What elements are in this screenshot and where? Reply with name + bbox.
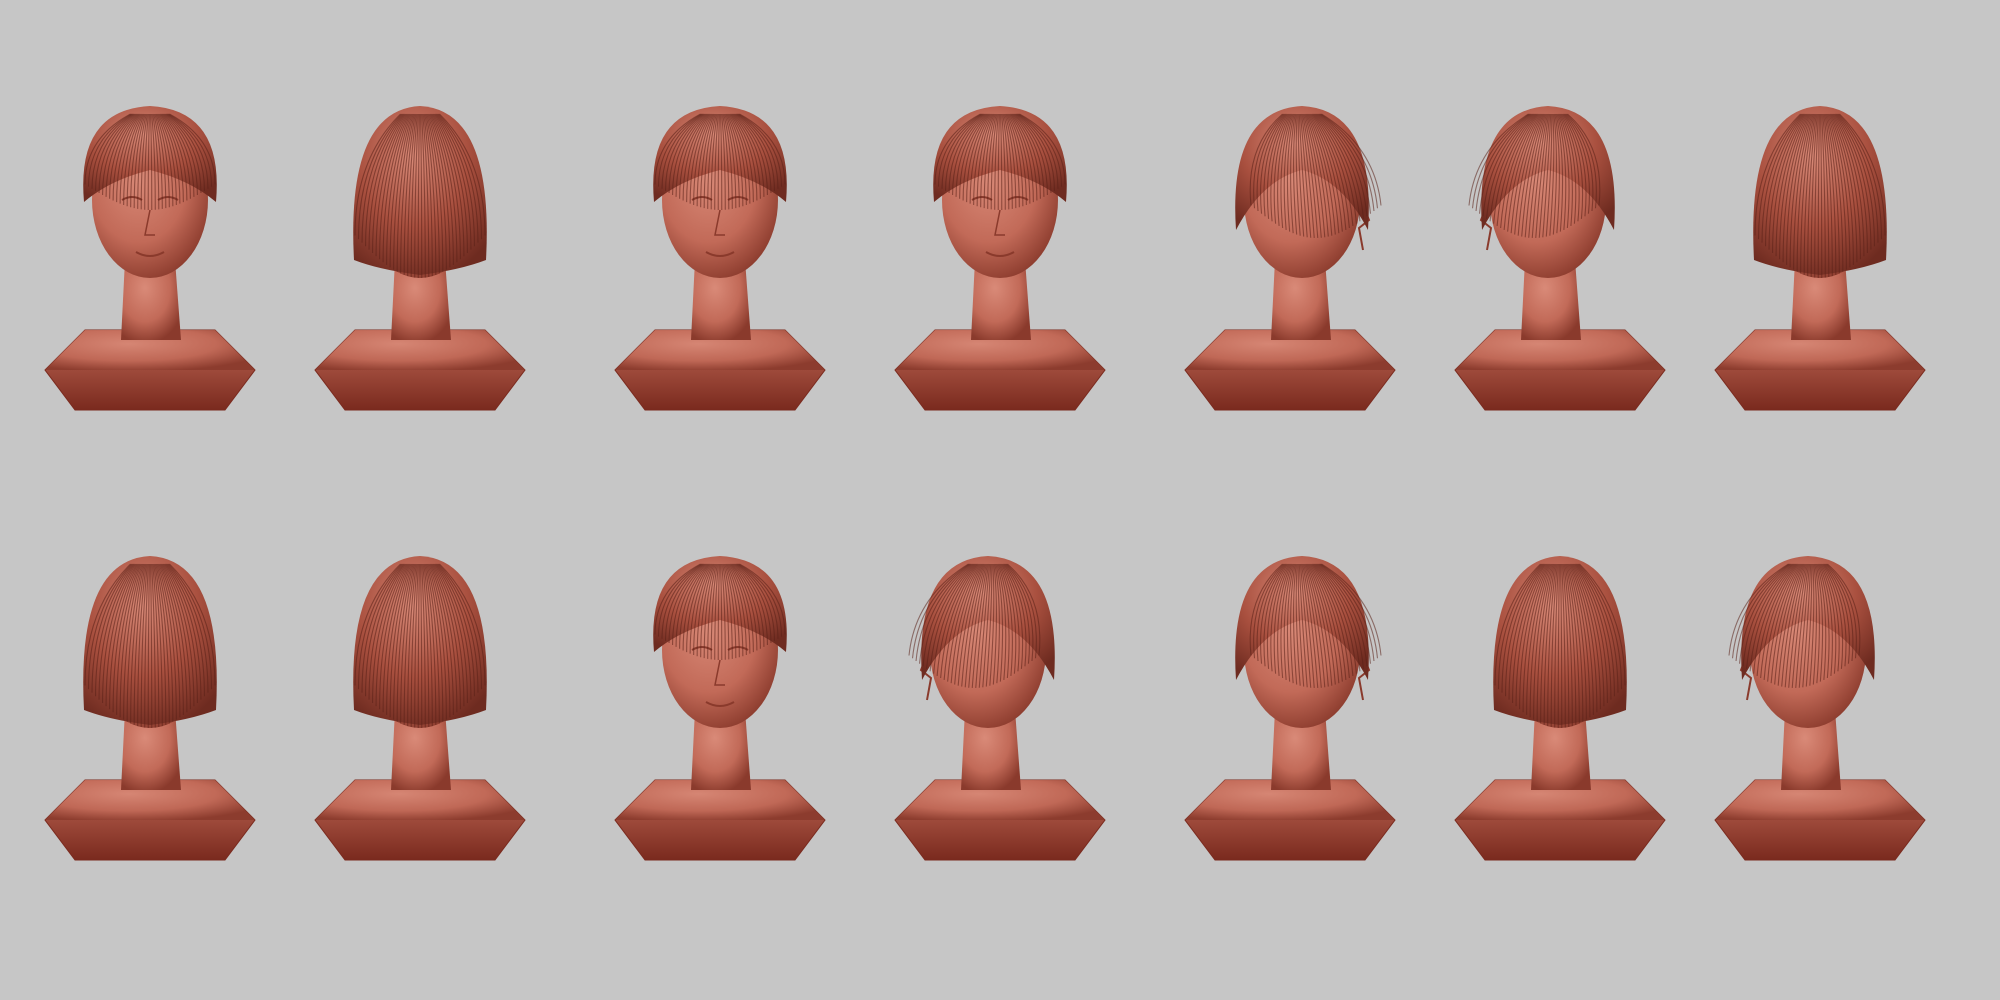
bust-render-left-three-quarter-down	[894, 556, 1106, 861]
bust-hair	[1493, 556, 1627, 725]
bust-render-front	[894, 106, 1106, 411]
bust-render-back-tilted-down	[314, 106, 526, 411]
bust-render-front-tilted	[44, 106, 256, 411]
bust-render-back	[314, 556, 526, 861]
bust-hair	[353, 556, 487, 725]
bust-render-back-left-low	[1454, 556, 1666, 861]
bust-render-front-looking-down	[614, 556, 826, 861]
bust-render-left-profile	[1714, 556, 1926, 861]
bust-render-right-three-quarter	[1184, 556, 1396, 861]
bust-hair	[83, 556, 217, 725]
bust-render-front	[614, 106, 826, 411]
bust-hair	[1753, 106, 1887, 275]
bust-render-left-three-quarter-up	[1454, 106, 1666, 411]
sculpt-viewport[interactable]	[0, 0, 2000, 1000]
bust-hair	[353, 106, 487, 275]
bust-render-back-left	[44, 556, 256, 861]
bust-render-back-right	[1714, 106, 1926, 411]
bust-render-right-profile	[1184, 106, 1396, 411]
